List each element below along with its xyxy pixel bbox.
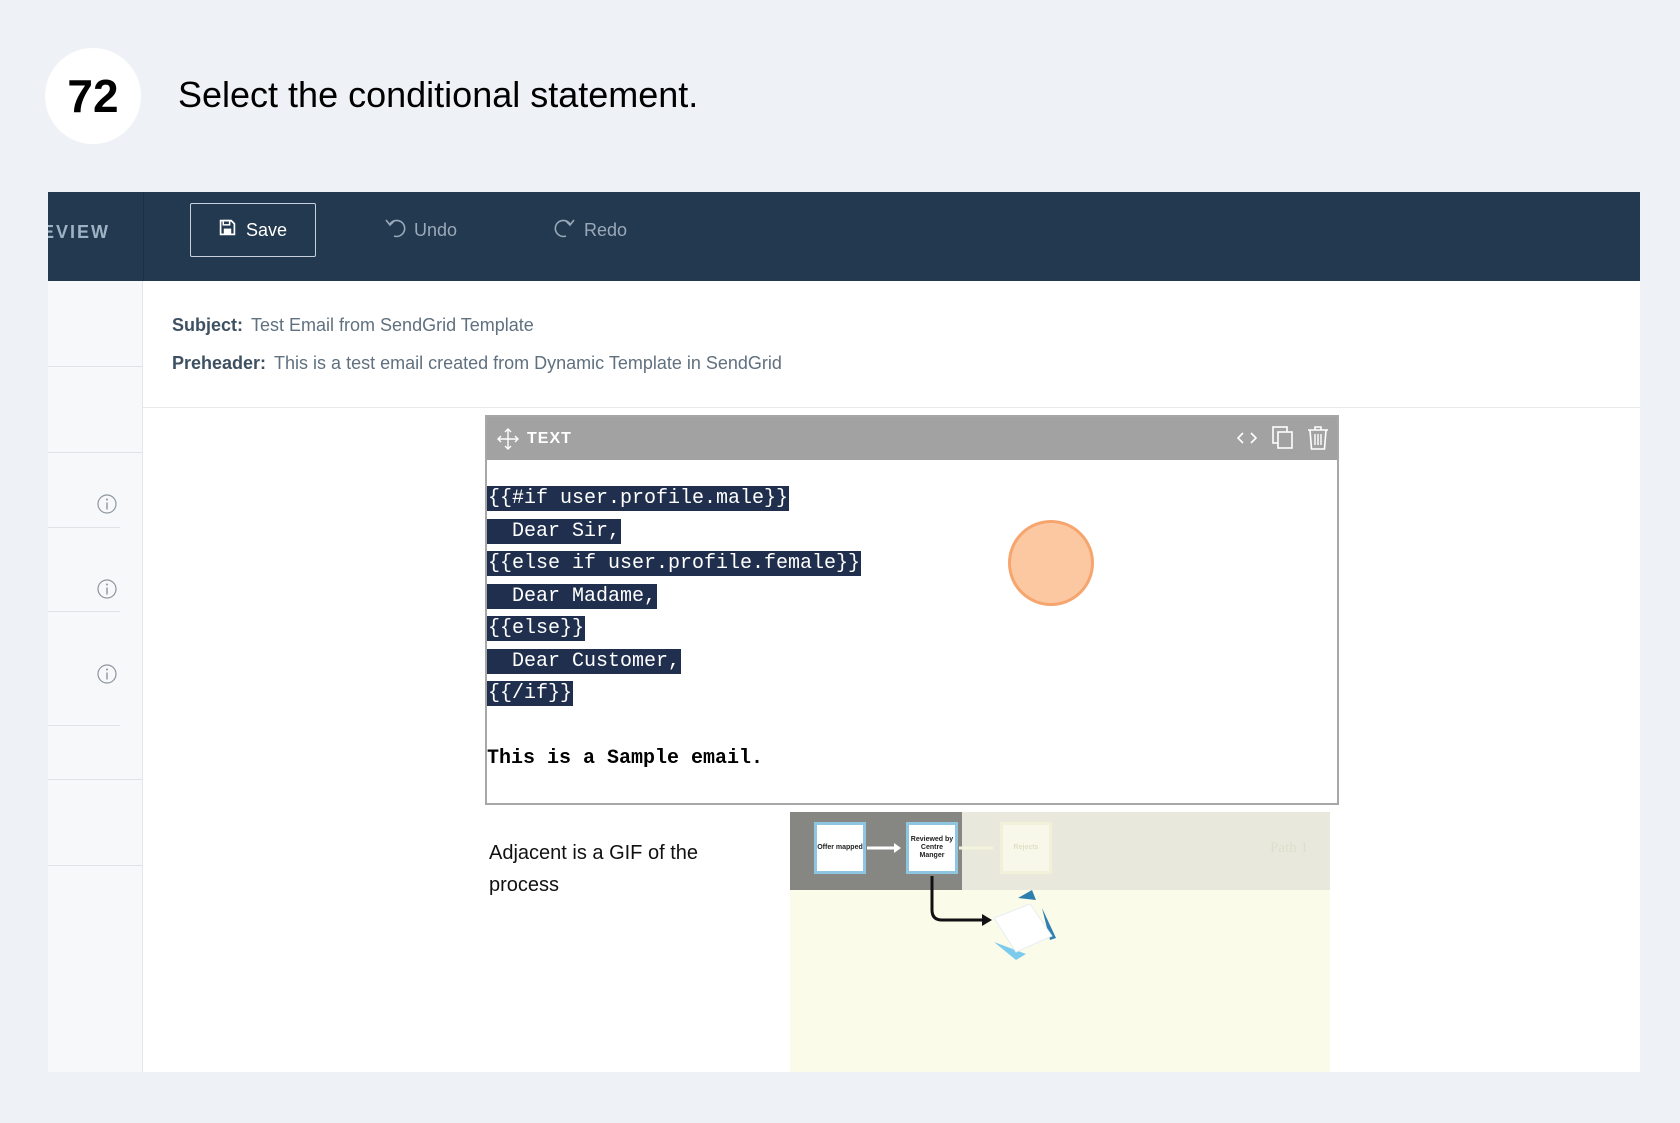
trash-icon[interactable] — [1307, 425, 1329, 451]
duplicate-icon[interactable] — [1271, 425, 1295, 451]
sidebar-divider — [48, 725, 120, 726]
code-view-icon[interactable] — [1235, 429, 1259, 447]
step-instruction: Select the conditional statement. — [178, 74, 699, 115]
text-module-title: TEXT — [527, 429, 572, 447]
code-line: {{#if user.profile.male}} — [487, 486, 861, 520]
info-icon[interactable] — [97, 494, 117, 514]
sidebar-divider — [48, 452, 142, 453]
redo-button[interactable]: Redo — [554, 218, 627, 243]
sidebar-divider — [48, 865, 142, 866]
code-line-text: Dear Madame, — [487, 583, 658, 609]
subject-label: Subject: — [172, 315, 244, 335]
email-editor-screenshot: EVIEW Save Undo Redo Subject: Test Email… — [48, 192, 1640, 1072]
code-line: Dear Customer, — [487, 648, 861, 683]
save-button-label: Save — [245, 219, 288, 240]
module-actions — [1235, 425, 1329, 451]
code-line: {{/if}} — [487, 681, 861, 715]
code-line-text: {{/if}} — [487, 681, 574, 706]
toolbar-divider — [143, 192, 144, 281]
move-icon[interactable] — [497, 427, 519, 450]
sidebar-divider — [48, 779, 142, 780]
save-icon — [219, 219, 236, 241]
code-line: {{else}} — [487, 616, 861, 650]
save-button[interactable]: Save — [190, 203, 316, 257]
step-number-badge: 72 — [45, 48, 141, 144]
preheader-value: This is a test email created from Dynami… — [274, 353, 782, 373]
code-line: {{else if user.profile.female}} — [487, 551, 862, 585]
text-module[interactable]: TEXT {{#if user.profile.male}} Dear Sir,… — [485, 415, 1339, 805]
code-line-text: {{else if user.profile.female}} — [487, 551, 862, 576]
undo-label: Undo — [414, 220, 458, 240]
email-metadata: Subject: Test Email from SendGrid Templat… — [143, 281, 1640, 408]
subject-value: Test Email from SendGrid Template — [251, 315, 534, 335]
sample-email-text[interactable]: This is a Sample email. — [487, 747, 763, 770]
sidebar-divider — [48, 611, 120, 612]
info-icon[interactable] — [97, 579, 117, 599]
subject-row[interactable]: Subject: Test Email from SendGrid Templat… — [172, 315, 534, 336]
click-indicator — [1008, 520, 1094, 606]
preheader-row[interactable]: Preheader: This is a test email created f… — [172, 353, 782, 374]
editor-toolbar: EVIEW Save Undo Redo — [48, 192, 1640, 281]
gif-path-label: Path 1 — [1270, 840, 1308, 856]
code-line-text: Dear Sir, — [487, 518, 622, 544]
code-line-text: {{#if user.profile.male}} — [487, 486, 790, 511]
gif-connectors — [867, 843, 1056, 960]
redo-label: Redo — [584, 220, 628, 240]
code-line: Dear Sir, — [487, 518, 861, 553]
gif-caption: Adjacent is a GIF of the process — [489, 842, 698, 896]
preheader-label: Preheader: — [172, 353, 267, 373]
text-module-header: TEXT — [487, 417, 1337, 460]
info-icon[interactable] — [97, 664, 117, 684]
sidebar-divider — [48, 527, 120, 528]
code-line: Dear Madame, — [487, 583, 861, 618]
preview-tab[interactable]: EVIEW — [48, 222, 110, 243]
code-line-text: {{else}} — [487, 616, 586, 641]
process-gif: Offer mapped Reviewed by Centre Manger R… — [790, 812, 1330, 1072]
undo-icon — [384, 218, 406, 243]
undo-button[interactable]: Undo — [384, 218, 457, 243]
code-line-text: Dear Customer, — [487, 648, 682, 674]
selected-code-block[interactable]: {{#if user.profile.male}} Dear Sir, {{el… — [487, 486, 862, 715]
redo-icon — [554, 218, 576, 243]
settings-sidebar — [48, 281, 143, 1072]
sidebar-divider — [48, 366, 142, 367]
